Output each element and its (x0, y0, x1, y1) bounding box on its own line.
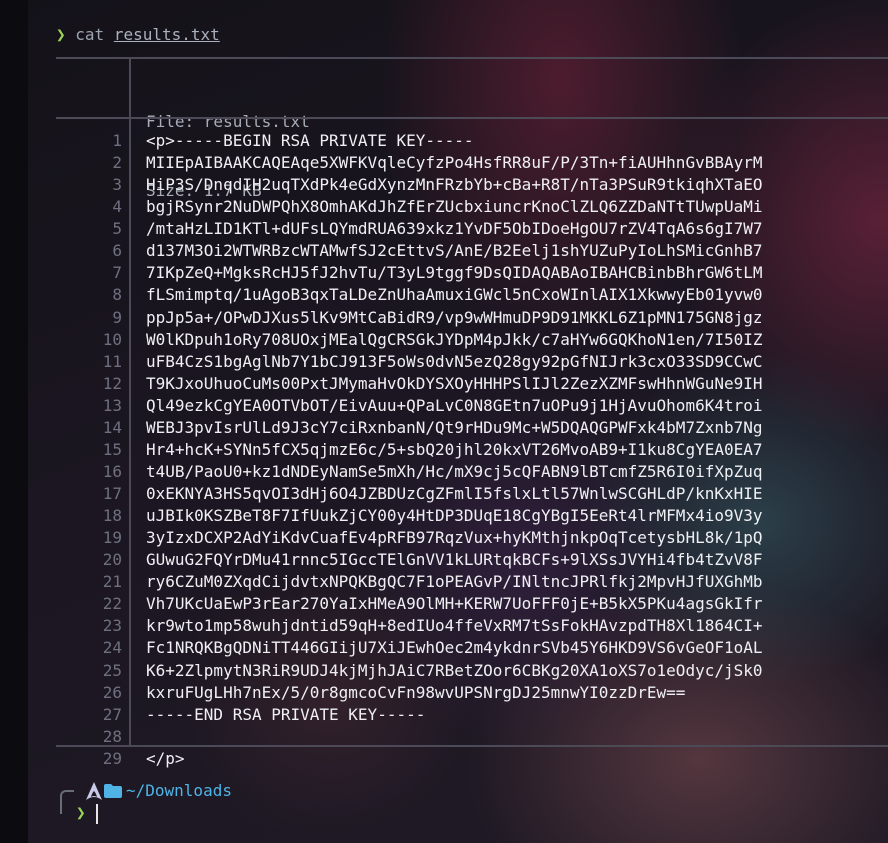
code-line: W0lKDpuh1oRy708UOxjMEalQgCRSGkJYDpM4pJkk… (146, 329, 763, 349)
code-line: -----END RSA PRIVATE KEY----- (146, 704, 426, 724)
line-number: 4 (112, 197, 122, 217)
code-line: T9KJxoUhuoCuMs00PxtJMymaHvOkDYSXOyHHHPSl… (146, 373, 763, 393)
header-divider (129, 57, 131, 117)
folder-icon (104, 784, 122, 798)
line-number: 20 (102, 550, 122, 570)
current-directory: ~/Downloads (126, 781, 232, 800)
line-number: 9 (112, 307, 122, 327)
code-line: kxruFUgLHh7nEx/5/0r8gmcoCvFn98wvUPSNrgDJ… (146, 682, 686, 702)
code-line: /mtaHzLID1KTl+dUFsLQYmdRUA639xkz1YvDF5Ob… (146, 219, 763, 239)
prompt-arrow-icon: ❯ (56, 25, 66, 44)
text-cursor[interactable] (96, 804, 98, 824)
command-line: ❯ cat results.txt (56, 24, 220, 46)
line-number: 5 (112, 219, 122, 239)
line-number: 2 (112, 153, 122, 173)
code-line: ry6CZuM0ZXqdCijdvtxNPQKBgQC7F1oPEAGvP/IN… (146, 572, 763, 592)
line-number: 15 (102, 439, 122, 459)
code-line: uFB4CzS1bgAglNb7Y1bCJ913F5oWs0dvN5ezQ28g… (146, 351, 763, 371)
code-line: kr9wto1mp58wuhjdntid59qH+8edIUo4ffeVxRM7… (146, 616, 763, 636)
line-number: 7 (112, 263, 122, 283)
line-number: 18 (102, 506, 122, 526)
code-line: fLSmimptq/1uAgoB3qxTaLDeZnUhaAmuxiGWcl5n… (146, 285, 763, 305)
line-number: 6 (112, 241, 122, 261)
code-line: Ql49ezkCgYEA0OTVbOT/EivAuu+QPaLvC0N8GEtn… (146, 395, 763, 415)
line-number: 25 (102, 660, 122, 680)
table-bottom-rule (56, 745, 888, 747)
command-name: cat (75, 25, 105, 44)
file-content[interactable]: <p>-----BEGIN RSA PRIVATE KEY----- MIIEpA… (146, 130, 763, 770)
line-number: 22 (102, 594, 122, 614)
line-number: 11 (102, 351, 122, 371)
line-number: 29 (102, 748, 122, 768)
code-line: Vh7UKcUaEwP3rEar270YaIxHMeA9OlMH+KERW7Uo… (146, 594, 763, 614)
line-number: 17 (102, 484, 122, 503)
code-line: GUwuG2FQYrDMu41rnnc5IGccTElGnVV1kLURtqkB… (146, 550, 763, 570)
command-argument-link[interactable]: results.txt (114, 25, 220, 44)
line-number: 13 (102, 395, 122, 415)
code-line: MIIEpAIBAAKCAQEAqe5XWFKVqleCyfzPo4HsfRR8… (146, 153, 763, 173)
code-line: bgjRSynr2NuDWPQhX8OmhAKdJhZfErZUcbxiuncr… (146, 197, 763, 217)
line-number: 27 (102, 704, 122, 724)
terminal-window[interactable]: ❯ cat results.txt File: results.txt Size… (0, 0, 888, 843)
code-line: <p>-----BEGIN RSA PRIVATE KEY----- (146, 131, 474, 150)
line-number: 16 (102, 461, 122, 481)
code-line: 7IKpZeQ+MgksRcHJ5fJ2hvTu/T3yL9tggf9DsQID… (146, 263, 763, 283)
line-number: 26 (102, 682, 122, 702)
line-number: 19 (102, 528, 122, 548)
code-line: d137M3Oi2WTWRBzcWTAMwfSJ2cEttvS/AnE/B2Ee… (146, 241, 763, 261)
code-line: Fc1NRQKBgQDNiTT446GIijU7XiJEwhOec2m4ykdn… (146, 638, 763, 658)
code-line: t4UB/PaoU0+kz1dNDEyNamSe5mXh/Hc/mX9cj5cQ… (146, 461, 763, 481)
code-line: Hr4+hcK+SYNn5fCX5qjmzE6c/5+sbQ20jhl20kxV… (146, 439, 763, 459)
line-number: 8 (112, 285, 122, 305)
code-line: K6+2ZlpmytN3RiR9UDJ4kjMjhJAiC7RBetZOor6C… (146, 660, 763, 680)
line-number: 24 (102, 638, 122, 658)
code-line: 0xEKNYA3HS5qvOI3dHj6O4JZBDUzCgZFmlI5fslx… (146, 484, 763, 503)
code-line: uJBIk0KSZBeT8F7IfUukZjCY00y4HtDP3DUqE18C… (146, 506, 763, 526)
prompt-bracket (60, 790, 74, 814)
line-number: 23 (102, 616, 122, 636)
code-line: ppJp5a+/OPwDJXus5lKv9MtCaBidR9/vp9wWHmuD… (146, 307, 763, 327)
line-number: 12 (102, 373, 122, 393)
code-line: WEBJ3pvIsrUlLd9J3cY7ciRxnbanN/Qt9rHDu9Mc… (146, 417, 763, 437)
prompt-arrow-icon-2: ❯ (76, 803, 86, 822)
header-bottom-rule (56, 117, 888, 119)
code-line: </p> (146, 748, 185, 768)
code-line: HiP3S/DnqdIH2uqTXdPk4eGdXynzMnFRzbYb+cBa… (146, 175, 763, 195)
line-number: 3 (112, 175, 122, 195)
line-number: 10 (102, 329, 122, 349)
table-top-rule (56, 57, 888, 59)
code-line: 3yIzxDCXP2AdYiKdvCuafEv4pRFB97RqzVux+hyK… (146, 528, 763, 548)
line-number: 14 (102, 417, 122, 437)
line-number-gutter: 1 2 3 4 5 6 7 8 9 10 11 12 13 14 15 16 17 18 19 20 21 22 23 24 2… (56, 130, 122, 770)
line-number: 1 (112, 131, 122, 150)
line-number: 21 (102, 572, 122, 592)
arch-linux-icon (86, 782, 102, 800)
gutter-divider (129, 119, 131, 746)
